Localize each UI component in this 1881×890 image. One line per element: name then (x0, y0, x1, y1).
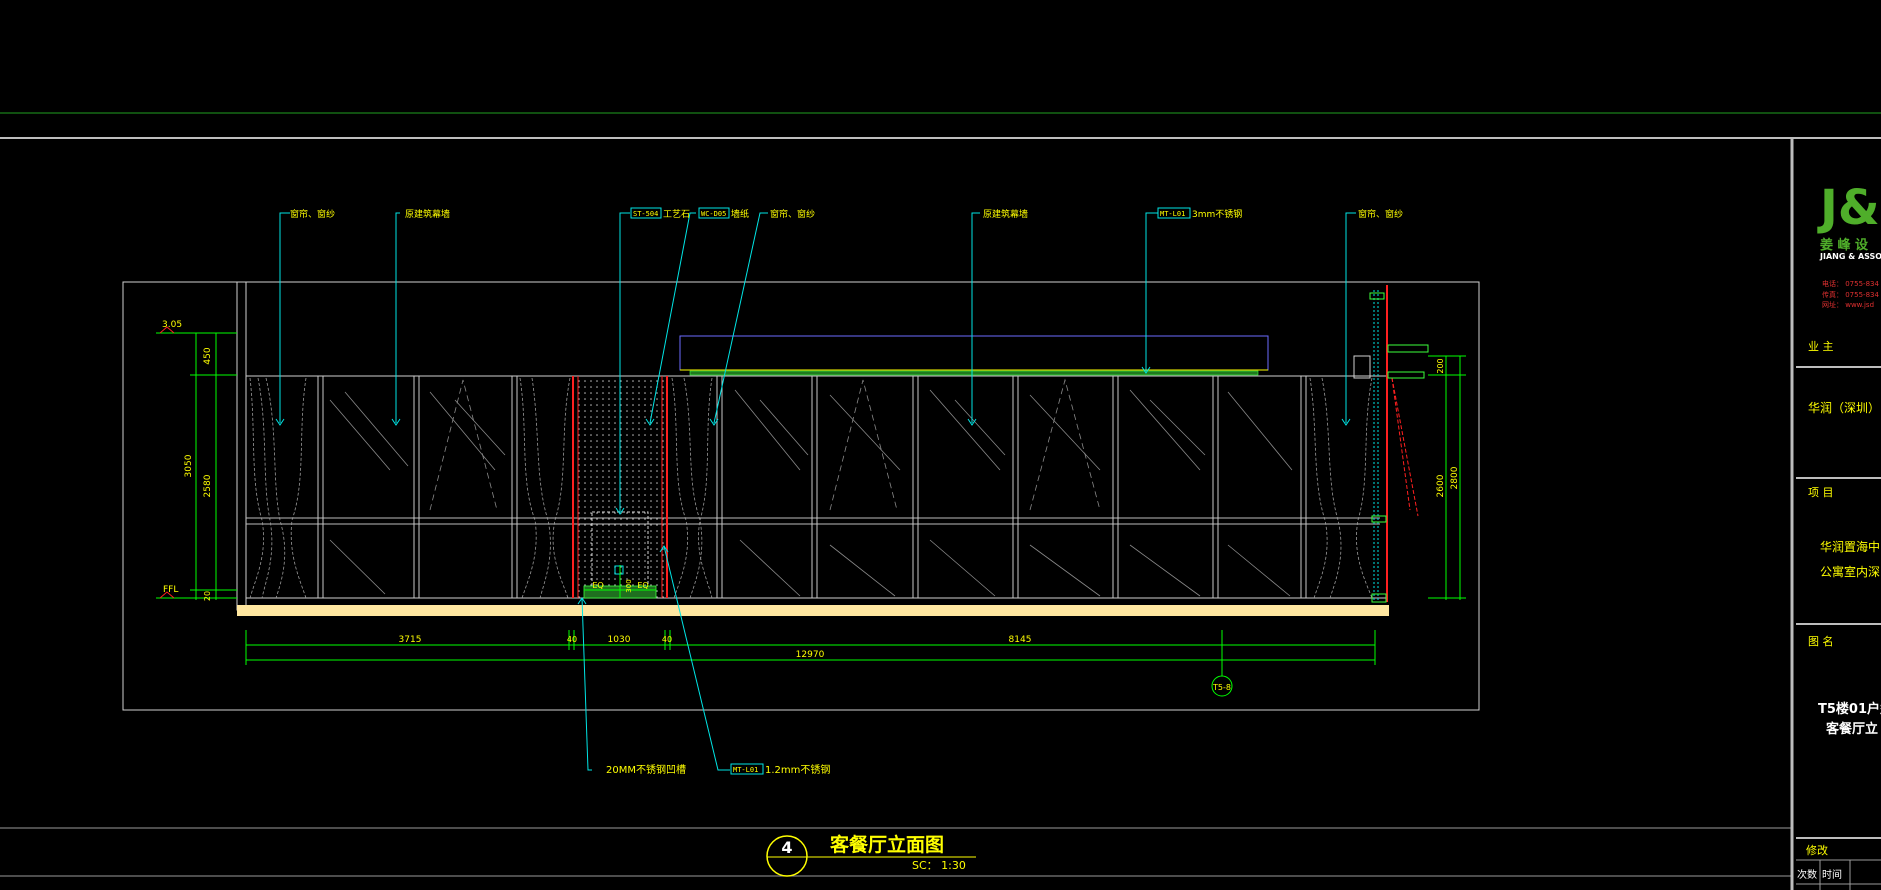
company-logo-cn: 姜 峰 设 (1820, 237, 1869, 253)
callout-code-mt2: MT-L01 (733, 766, 758, 774)
project-line-1: 华润置海中 (1820, 539, 1880, 554)
dim-2800: 2800 (1450, 466, 1460, 489)
revision-label: 修改 (1806, 843, 1828, 857)
dim-450: 450 (203, 347, 213, 364)
dim-40a: 40 (567, 635, 577, 644)
callout-code-mt1: MT-L01 (1160, 210, 1185, 218)
ref-marker-label: T5-8 (1212, 683, 1231, 692)
callout-wallpaper: 墙纸 (731, 208, 749, 220)
owner-label: 业 主 (1808, 340, 1834, 353)
callout-curtain-right: 窗帘、窗纱 (1358, 208, 1403, 220)
owner-value: 华润（深圳） (1808, 401, 1880, 415)
eq-left: EQ (592, 581, 603, 590)
drawing-title: 客餐厅立面图 (830, 833, 944, 856)
callout-craft-stone: 工艺石 (663, 209, 690, 220)
project-label: 项 目 (1808, 486, 1834, 499)
curtain-drapes (249, 377, 1373, 599)
callout-code-st: ST-504 (633, 210, 658, 218)
drawing-name-line-2: 客餐厅立 (1826, 721, 1878, 737)
company-logo: J& (1817, 180, 1880, 236)
dim-1030: 1030 (608, 635, 631, 645)
level-top-label: 3.05 (162, 320, 182, 330)
dim-200: 200 (1436, 358, 1445, 373)
floor-slab (237, 605, 1389, 616)
callout-steel-12mm: 1.2mm不锈钢 (765, 763, 830, 776)
ceiling-cove (679, 335, 1269, 371)
company-logo-en: JIANG & ASSO (1819, 252, 1881, 261)
title-block (1796, 366, 1881, 890)
callout-groove: 20MM不锈钢凹槽 (606, 763, 686, 776)
dim-3050: 3050 (184, 454, 194, 477)
company-fax: 传真： 0755-834 (1822, 290, 1879, 299)
dim-3715: 3715 (399, 635, 422, 645)
revision-no-header: 次数 (1797, 868, 1817, 881)
drawing-name-line-1: T5楼01户型 (1818, 701, 1881, 717)
material-code-boxes (630, 207, 1191, 775)
level-markers (159, 326, 175, 599)
dim-2580: 2580 (203, 474, 213, 497)
elevation-wall (236, 281, 1389, 616)
dim-20: 20 (203, 591, 212, 601)
sheet-frame (0, 112, 1881, 890)
glass-mullions (317, 376, 1307, 598)
title-number: 4 (781, 838, 792, 857)
leader-lines (279, 212, 1356, 771)
callout-glass-wall-right: 原建筑幕墙 (983, 208, 1028, 220)
viewport-frame (122, 281, 1480, 711)
company-tel: 电话： 0755-834 (1822, 279, 1879, 288)
project-line-2: 公寓室内深 (1820, 564, 1880, 579)
dim-40b: 40 (662, 635, 672, 644)
revision-time-header: 时间 (1822, 868, 1842, 881)
callout-curtain-mid: 窗帘、窗纱 (770, 208, 815, 220)
right-section-detail (1353, 285, 1429, 603)
drawing-scale: SC： 1:30 (912, 859, 966, 872)
callout-glass-wall-left: 原建筑幕墙 (405, 208, 450, 220)
right-dimensions (1428, 355, 1466, 600)
callout-steel-3mm: 3mm不锈钢 (1192, 208, 1242, 220)
eq-right: EQ (637, 581, 648, 590)
callout-curtain-left: 窗帘、窗纱 (290, 208, 335, 220)
dim-12970: 12970 (796, 650, 825, 660)
dim-300: 300 (625, 579, 633, 592)
callout-code-wc: WC-D05 (701, 210, 726, 218)
left-dimensions (156, 332, 237, 600)
drawing-name-label: 图 名 (1808, 634, 1834, 648)
level-floor-label: FFL (163, 585, 178, 595)
dim-8145: 8145 (1009, 635, 1032, 645)
leader-arrows (275, 366, 1351, 605)
dim-2600: 2600 (1436, 474, 1446, 497)
company-web: 网址： www.jsd (1822, 300, 1874, 309)
cad-drawing-canvas: 3.05 FFL 450 3050 2580 20 200 2600 2800 … (0, 112, 1881, 890)
glass-hatching (329, 378, 1293, 597)
